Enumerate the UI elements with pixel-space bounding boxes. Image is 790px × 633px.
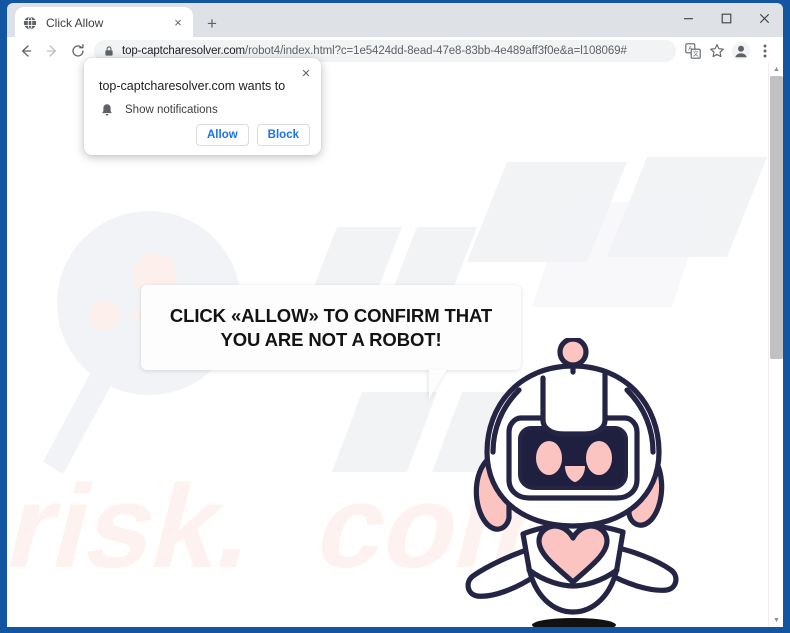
notification-permission-dialog: ✕ top-captcharesolver.com wants to Show … (84, 58, 321, 155)
block-button[interactable]: Block (256, 124, 310, 146)
svg-text:risk.: risk. (7, 462, 270, 593)
back-button[interactable] (13, 38, 39, 64)
speech-bubble-tail (429, 369, 447, 399)
tab-title: Click Allow (46, 15, 104, 30)
browser-window: Click Allow × + top-captcharesolver.com/… (0, 0, 790, 633)
tab-close-icon[interactable]: × (170, 15, 186, 31)
dialog-actions: Allow Block (196, 124, 310, 146)
url-path: /robot4/index.html?c=1e5424dd-8ead-47e8-… (244, 45, 627, 57)
permission-row: Show notifications (99, 102, 218, 117)
browser-tab[interactable]: Click Allow × (15, 7, 193, 38)
url-text: top-captcharesolver.com/robot4/index.htm… (122, 45, 627, 57)
allow-button[interactable]: Allow (196, 124, 249, 146)
minimize-button[interactable] (669, 3, 707, 34)
window-controls (669, 3, 783, 34)
url-host: top-captcharesolver.com (122, 45, 245, 57)
scrollbar-thumb[interactable] (770, 76, 783, 359)
maximize-button[interactable] (707, 3, 745, 34)
three-dot-menu-icon[interactable] (753, 39, 777, 63)
vertical-scrollbar[interactable]: ▲ ▼ (768, 62, 783, 627)
permission-label: Show notifications (125, 103, 218, 116)
translate-icon[interactable]: A 文 (681, 39, 705, 63)
globe-icon (22, 15, 38, 31)
close-button[interactable] (745, 3, 783, 34)
tab-strip: Click Allow × + (7, 3, 783, 38)
lock-icon (102, 44, 116, 58)
robot-mascot (465, 338, 679, 627)
scrollbar-up-arrow[interactable]: ▲ (769, 62, 783, 76)
new-tab-button[interactable]: + (201, 12, 223, 34)
dialog-title: top-captcharesolver.com wants to (99, 79, 286, 93)
browser-chrome: Click Allow × + top-captcharesolver.com/… (7, 3, 783, 65)
dialog-close-icon[interactable]: ✕ (297, 64, 315, 82)
bookmark-star-icon[interactable] (705, 39, 729, 63)
scrollbar-down-arrow[interactable]: ▼ (769, 613, 783, 627)
profile-avatar-icon[interactable] (729, 39, 753, 63)
bell-icon (99, 102, 114, 117)
forward-button[interactable] (39, 38, 65, 64)
svg-text:文: 文 (693, 50, 699, 58)
